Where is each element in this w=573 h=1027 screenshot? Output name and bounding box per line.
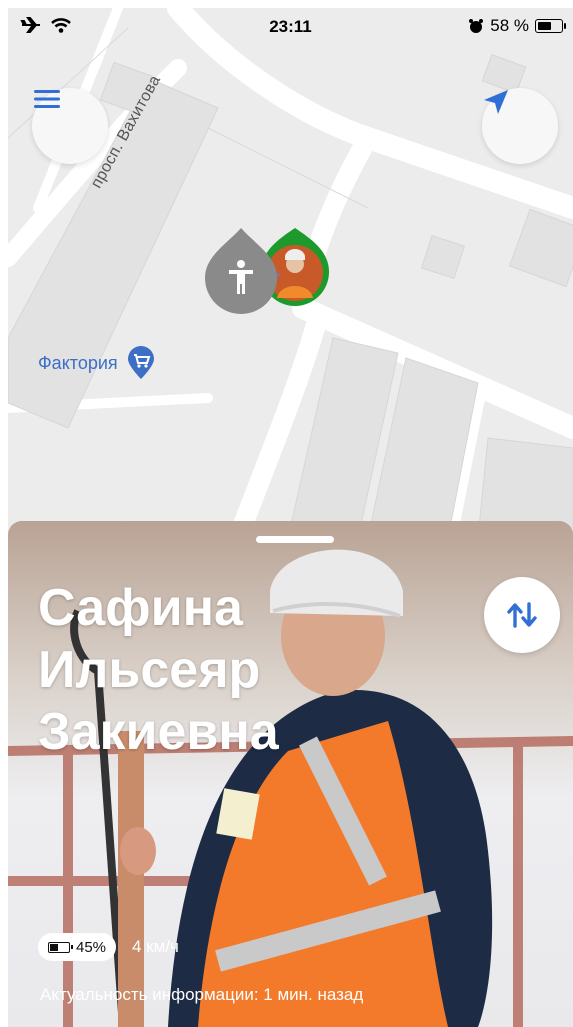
name-line: Закиевна: [38, 703, 279, 761]
alarm-icon: [469, 19, 484, 33]
last-updated-text: Актуальность информации: 1 мин. назад: [40, 985, 364, 1004]
location-arrow-icon: [484, 90, 508, 114]
status-bar: 23:11 58 %: [8, 8, 573, 48]
person-name: Сафина Ильсеяр Закиевна: [38, 577, 338, 763]
speed-value: 4 км/ч: [132, 937, 179, 956]
device-stats: 45% 4 км/ч: [38, 933, 179, 961]
name-line: Ильсеяр: [38, 641, 261, 699]
phone-screen: просп. Вахитова Фактория 23:11 58 % Сафи…: [8, 8, 573, 1027]
battery-icon: [535, 19, 566, 33]
name-line: Сафина: [38, 579, 243, 637]
device-battery-badge: 45%: [38, 933, 117, 961]
swap-vertical-icon: [507, 602, 537, 628]
battery-percent: 58 %: [490, 16, 529, 35]
drag-handle[interactable]: [256, 536, 334, 543]
swap-button[interactable]: [484, 577, 560, 653]
menu-button[interactable]: [32, 88, 108, 164]
device-battery-icon: [48, 941, 73, 953]
menu-icon: [34, 90, 60, 108]
device-battery-fill: [50, 943, 58, 951]
battery-level-fill: [538, 22, 551, 30]
device-battery-value: 45%: [76, 938, 107, 956]
person-location-marker[interactable]: [205, 220, 335, 320]
map-view[interactable]: просп. Вахитова Фактория: [8, 8, 573, 538]
person-card[interactable]: Сафина Ильсеяр Закиевна 45% 4 км/ч Актуа…: [8, 521, 573, 1027]
locate-me-button[interactable]: [482, 88, 558, 164]
shopping-cart-pin-icon: [126, 346, 156, 380]
poi-factoria[interactable]: Фактория: [38, 346, 156, 380]
poi-label: Фактория: [38, 352, 118, 373]
